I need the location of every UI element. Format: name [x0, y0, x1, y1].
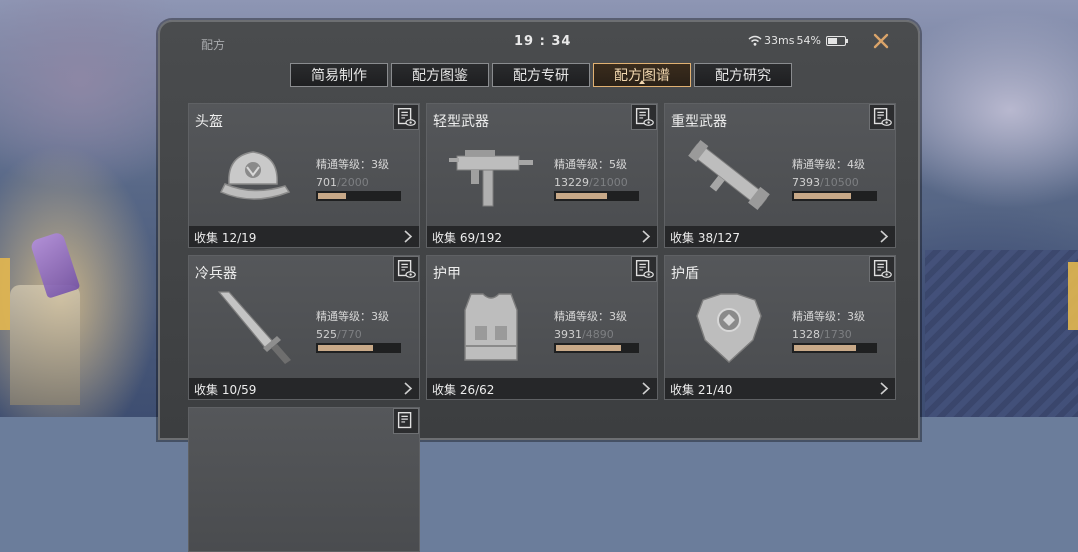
clock: 19 : 34	[514, 34, 572, 49]
xp-max: /770	[337, 328, 362, 341]
mastery-level: 精通等级：3级	[792, 310, 865, 323]
xp-current: 7393	[792, 176, 820, 189]
recipe-card-armor[interactable]: 护甲 精通等级：3级 3931/4890 收集 26/62	[426, 255, 658, 400]
recipe-panel: 配方 19 : 34 33ms 54% 简易制作 配方图鉴 配方专研 配方图谱 …	[158, 20, 920, 552]
view-recipe-icon[interactable]	[631, 104, 657, 130]
xp-max: /2000	[337, 176, 369, 189]
status-bar: 33ms 54%	[748, 34, 848, 47]
mastery-level: 精通等级：5级	[554, 158, 627, 171]
mastery-level: 精通等级：3级	[316, 310, 389, 323]
xp-progress-bar	[792, 343, 877, 353]
panel-title: 配方	[201, 38, 226, 52]
collect-count: 收集 10/59	[194, 383, 257, 397]
wifi-icon	[748, 35, 762, 46]
view-recipe-icon[interactable]	[393, 104, 419, 130]
collect-count: 收集 38/127	[670, 231, 741, 245]
collect-footer[interactable]: 收集 38/127	[665, 226, 895, 247]
recipe-card-shield[interactable]: 护盾 精通等级：3级 1328/1730 收集 21/40	[664, 255, 896, 400]
tab-recipe-research[interactable]: 配方研究	[694, 63, 792, 87]
xp-readout: 13229/21000	[554, 176, 628, 189]
chevron-right-icon	[404, 230, 413, 243]
tab-simple-craft[interactable]: 简易制作	[290, 63, 388, 87]
xp-readout: 525/770	[316, 328, 362, 341]
card-title: 头盔	[195, 114, 223, 130]
right-edge-tab[interactable]	[1068, 262, 1078, 330]
close-x-icon[interactable]	[870, 30, 892, 52]
xp-progress-bar	[792, 191, 877, 201]
smg-icon	[449, 150, 533, 207]
recipe-card-partial[interactable]	[188, 407, 420, 552]
collect-footer[interactable]: 收集 69/192	[427, 226, 657, 247]
xp-max: /4890	[582, 328, 614, 341]
battery-icon	[825, 35, 848, 46]
card-title: 重型武器	[671, 114, 727, 130]
mastery-level: 精通等级：4级	[792, 158, 865, 171]
xp-current: 1328	[792, 328, 820, 341]
background-rooftile	[925, 250, 1078, 417]
tab-bar: 简易制作 配方图鉴 配方专研 配方图谱 配方研究	[290, 63, 792, 87]
view-recipe-icon[interactable]	[869, 104, 895, 130]
shield-icon	[696, 293, 762, 363]
xp-current: 3931	[554, 328, 582, 341]
recipe-card-melee[interactable]: 冷兵器 精通等级：3级 525/770 收集 10/59	[188, 255, 420, 400]
recipe-card-light-weapon[interactable]: 轻型武器 精通等级：5级 13229/21000 收集 69/192	[426, 103, 658, 248]
xp-readout: 7393/10500	[792, 176, 859, 189]
chevron-right-icon	[880, 230, 889, 243]
background-pillar	[10, 285, 80, 405]
xp-progress-bar	[316, 343, 401, 353]
xp-current: 525	[316, 328, 337, 341]
card-title: 护盾	[671, 266, 699, 282]
view-recipe-icon[interactable]	[393, 408, 419, 434]
body-armor-icon	[464, 293, 518, 361]
helmet-icon	[219, 151, 291, 200]
recipe-card-heavy-weapon[interactable]: 重型武器 精通等级：4级 7393/10500 收集 38/127	[664, 103, 896, 248]
xp-readout: 3931/4890	[554, 328, 614, 341]
chevron-right-icon	[642, 382, 651, 395]
xp-readout: 1328/1730	[792, 328, 852, 341]
collect-footer[interactable]: 收集 12/19	[189, 226, 419, 247]
xp-progress-bar	[554, 343, 639, 353]
view-recipe-icon[interactable]	[869, 256, 895, 282]
xp-max: /21000	[589, 176, 628, 189]
collect-footer[interactable]: 收集 10/59	[189, 378, 419, 399]
left-edge-tab[interactable]	[0, 258, 10, 330]
chevron-right-icon	[642, 230, 651, 243]
mastery-level: 精通等级：3级	[316, 158, 389, 171]
collect-count: 收集 21/40	[670, 383, 733, 397]
xp-progress-bar	[316, 191, 401, 201]
chevron-right-icon	[404, 382, 413, 395]
xp-max: /1730	[820, 328, 852, 341]
tab-recipe-study[interactable]: 配方专研	[492, 63, 590, 87]
chevron-right-icon	[880, 382, 889, 395]
sword-icon	[217, 291, 291, 364]
ping-text: 33ms	[764, 34, 795, 47]
xp-current: 701	[316, 176, 337, 189]
collect-footer[interactable]: 收集 26/62	[427, 378, 657, 399]
card-title: 轻型武器	[433, 114, 489, 130]
xp-progress-bar	[554, 191, 639, 201]
xp-max: /10500	[820, 176, 859, 189]
xp-current: 13229	[554, 176, 589, 189]
battery-text: 54%	[796, 34, 821, 47]
rocket-launcher-icon	[688, 140, 770, 210]
card-title: 冷兵器	[195, 266, 237, 282]
collect-count: 收集 26/62	[432, 383, 495, 397]
tab-recipe-codex[interactable]: 配方图鉴	[391, 63, 489, 87]
view-recipe-icon[interactable]	[393, 256, 419, 282]
collect-count: 收集 69/192	[432, 231, 503, 245]
mastery-level: 精通等级：3级	[554, 310, 627, 323]
recipe-card-helmet[interactable]: 头盔 精通等级：3级 701/2000 收集 12/19	[188, 103, 420, 248]
collect-count: 收集 12/19	[194, 231, 257, 245]
card-title: 护甲	[433, 266, 461, 282]
collect-footer[interactable]: 收集 21/40	[665, 378, 895, 399]
xp-readout: 701/2000	[316, 176, 369, 189]
tab-recipe-atlas[interactable]: 配方图谱	[593, 63, 691, 87]
view-recipe-icon[interactable]	[631, 256, 657, 282]
